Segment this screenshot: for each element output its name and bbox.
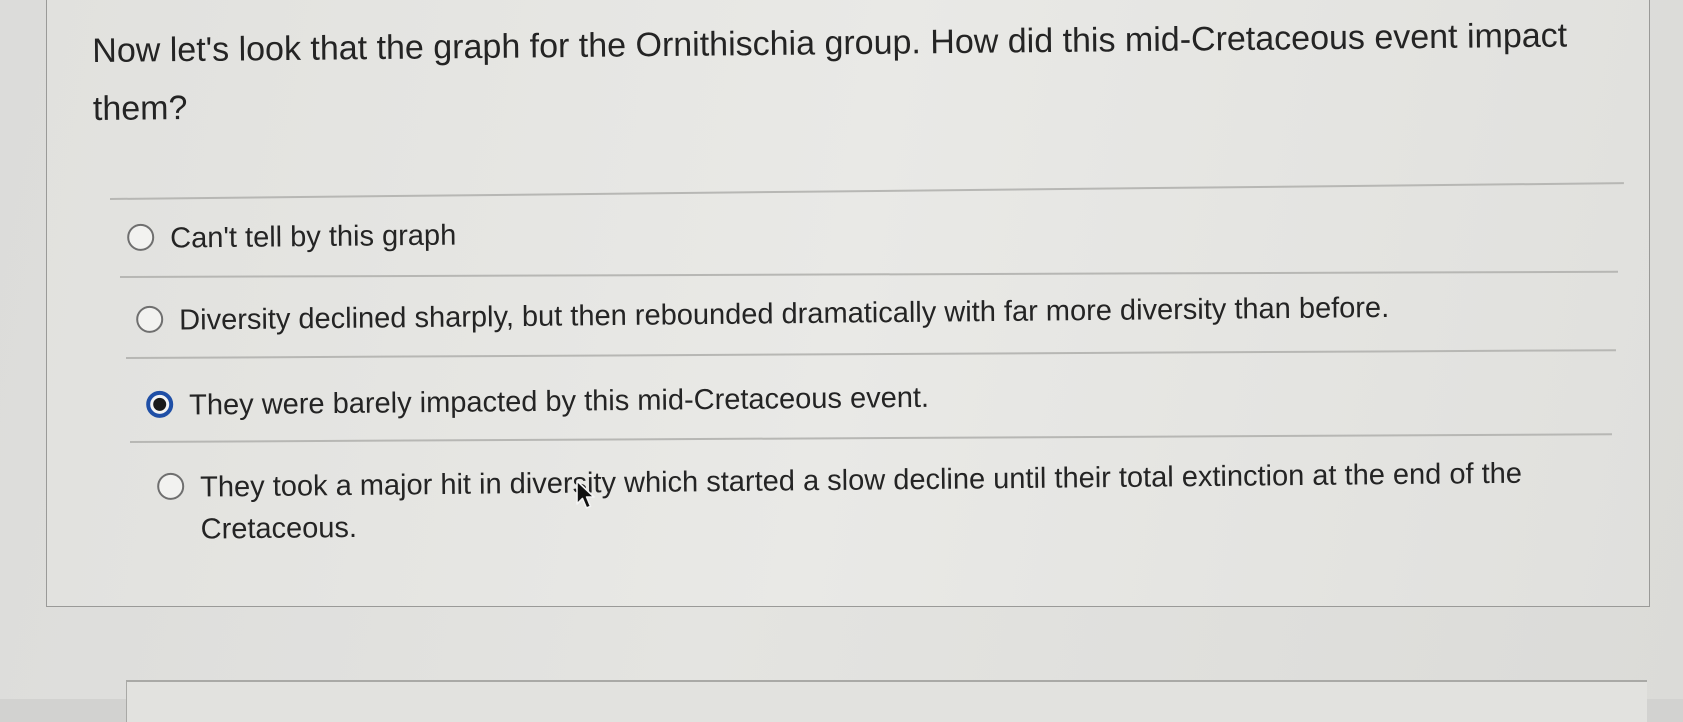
mouse-pointer-icon [576,480,595,509]
quiz-page: Now let's look that the graph for the Or… [0,0,1683,722]
answer-option-cant-tell[interactable]: Can't tell by this graph [127,215,456,260]
answer-label: Can't tell by this graph [170,219,457,255]
answer-label: They were barely impacted by this mid-Cr… [189,381,930,422]
answer-option-barely-impacted[interactable]: They were barely impacted by this mid-Cr… [146,377,929,427]
question-text: Now let's look that the graph for the Or… [92,16,1568,128]
radio-button[interactable] [127,223,155,251]
radio-button[interactable] [157,472,185,500]
answer-label: They took a major hit in diversity which… [200,457,1523,546]
radio-button-selected[interactable] [146,390,174,418]
next-question-card [126,680,1647,722]
radio-button[interactable] [136,305,164,333]
answer-option-major-hit[interactable]: They took a major hit in diversity which… [157,452,1588,551]
